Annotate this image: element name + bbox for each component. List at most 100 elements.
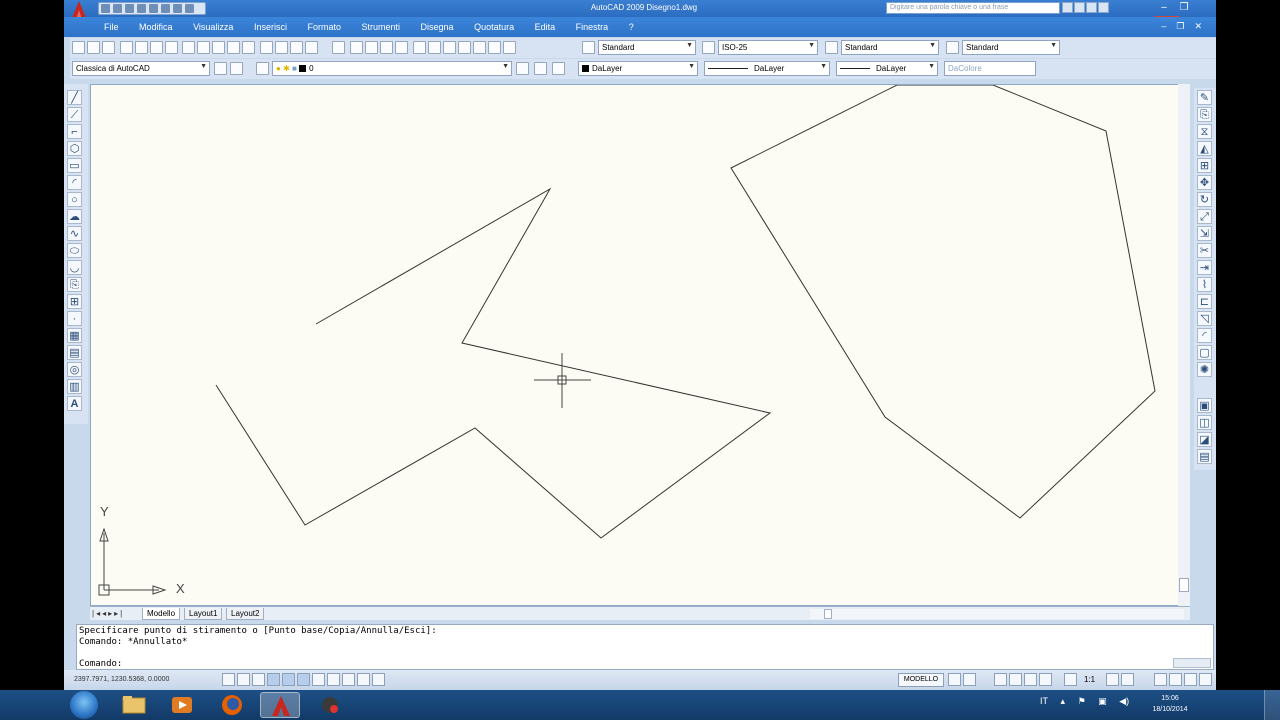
otrack-toggle[interactable]: [297, 673, 310, 686]
multileader-style-icon[interactable]: [946, 41, 959, 54]
redo-icon[interactable]: [290, 41, 303, 54]
favorites-icon[interactable]: [1086, 2, 1097, 13]
open-icon[interactable]: [113, 4, 122, 13]
rectangle-icon[interactable]: ▭: [67, 158, 82, 173]
table-style-icon[interactable]: [825, 41, 838, 54]
dim-style-icon[interactable]: [702, 41, 715, 54]
vertical-scroll-thumb[interactable]: [1179, 578, 1189, 592]
tab-layout2[interactable]: Layout2: [226, 608, 265, 620]
extend-icon[interactable]: ⇥: [1197, 260, 1212, 275]
grid-toggle[interactable]: [237, 673, 250, 686]
new-icon[interactable]: [72, 41, 85, 54]
model-space-button[interactable]: MODELLO: [898, 673, 944, 687]
block-editor-icon[interactable]: [242, 41, 255, 54]
tool-palettes-icon[interactable]: [443, 41, 456, 54]
draw-order-icon[interactable]: ▣: [1197, 398, 1212, 413]
make-current-icon[interactable]: [516, 62, 529, 75]
workspace-select[interactable]: Classica di AutoCAD ▼: [72, 61, 210, 76]
text-style-icon[interactable]: [582, 41, 595, 54]
doc-close-button[interactable]: ✕: [1194, 21, 1202, 31]
copy-icon[interactable]: [197, 41, 210, 54]
zoom-realtime-icon[interactable]: [365, 41, 378, 54]
lock-icon[interactable]: [1169, 673, 1182, 686]
menu-finestra[interactable]: Finestra: [576, 22, 609, 32]
polyline-icon[interactable]: ⌐: [67, 124, 82, 139]
polar-toggle[interactable]: [267, 673, 280, 686]
design-center-icon[interactable]: [428, 41, 441, 54]
menu-strumenti[interactable]: Strumenti: [362, 22, 401, 32]
make-block-icon[interactable]: ⊞: [67, 294, 82, 309]
help-icon[interactable]: [503, 41, 516, 54]
array-icon[interactable]: ⊞: [1197, 158, 1212, 173]
quick-view-layouts-icon[interactable]: [948, 673, 961, 686]
pan-icon[interactable]: [260, 41, 273, 54]
ellipse-icon[interactable]: ⬭: [67, 243, 82, 258]
ortho-toggle[interactable]: [252, 673, 265, 686]
snap-toggle[interactable]: [222, 673, 235, 686]
autocad-taskbar-button[interactable]: [260, 692, 300, 718]
clean-screen-icon[interactable]: [1199, 673, 1212, 686]
properties-icon[interactable]: [413, 41, 426, 54]
spline-icon[interactable]: ∿: [67, 226, 82, 241]
layer-previous-icon[interactable]: [534, 62, 547, 75]
hatch-icon[interactable]: ▦: [67, 328, 82, 343]
more-icon[interactable]: [173, 4, 182, 13]
color-select[interactable]: DaLayer ▼: [578, 61, 698, 76]
undo-icon[interactable]: [275, 41, 288, 54]
explode-icon[interactable]: ✺: [1197, 362, 1212, 377]
pan-icon[interactable]: [994, 673, 1007, 686]
minimize-button[interactable]: –: [1154, 0, 1174, 16]
firefox-taskbar-button[interactable]: [212, 692, 252, 718]
table-style-select[interactable]: Standard ▼: [841, 40, 939, 55]
multileader-style-select[interactable]: Standard ▼: [962, 40, 1060, 55]
osnap-toggle[interactable]: [282, 673, 295, 686]
horizontal-scrollbar[interactable]: [810, 609, 1184, 619]
menu-edita[interactable]: Edita: [535, 22, 556, 32]
markup-icon[interactable]: [473, 41, 486, 54]
3d-dwf-icon[interactable]: [165, 41, 178, 54]
drawing-area[interactable]: Y X: [90, 84, 1190, 606]
help-icon[interactable]: [1098, 2, 1109, 13]
arc-icon[interactable]: ◜: [67, 175, 82, 190]
mirror-icon[interactable]: ⧖: [1197, 124, 1212, 139]
layer-manager-icon[interactable]: [256, 62, 269, 75]
volume-icon[interactable]: ◀): [1119, 696, 1129, 706]
start-button[interactable]: [70, 691, 98, 719]
menu-help[interactable]: ?: [629, 22, 634, 32]
steeringwheel-icon[interactable]: [1024, 673, 1037, 686]
multiline-text-icon[interactable]: A: [67, 396, 82, 411]
gradient-icon[interactable]: ▤: [67, 345, 82, 360]
plot-icon[interactable]: [120, 41, 133, 54]
ellipse-arc-icon[interactable]: ◡: [67, 260, 82, 275]
explorer-taskbar-button[interactable]: [114, 692, 154, 718]
zoom-previous-icon[interactable]: [395, 41, 408, 54]
menu-modifica[interactable]: Modifica: [139, 22, 173, 32]
customize-icon[interactable]: [230, 62, 243, 75]
workspace-settings-icon[interactable]: [214, 62, 227, 75]
command-scrollbar[interactable]: [1173, 658, 1211, 668]
dim-style-select[interactable]: ISO-25 ▼: [718, 40, 818, 55]
revision-cloud-icon[interactable]: ☁: [67, 209, 82, 224]
horizontal-scroll-thumb[interactable]: [824, 609, 832, 619]
dyn-toggle[interactable]: [327, 673, 340, 686]
send-back-icon[interactable]: ◪: [1197, 432, 1212, 447]
quick-view-drawings-icon[interactable]: [963, 673, 976, 686]
dropdown-icon[interactable]: [185, 4, 194, 13]
line-icon[interactable]: ╱: [67, 90, 82, 105]
maximize-button[interactable]: ❐: [1174, 0, 1194, 16]
region-icon[interactable]: ◎: [67, 362, 82, 377]
lwt-toggle[interactable]: [342, 673, 355, 686]
menu-quotatura[interactable]: Quotatura: [474, 22, 514, 32]
paste-special-icon[interactable]: [305, 41, 318, 54]
plot-icon[interactable]: [161, 4, 170, 13]
stretch-icon[interactable]: ⇲: [1197, 226, 1212, 241]
polygon-heptagon[interactable]: [730, 85, 1156, 519]
flag-icon[interactable]: ⚑: [1078, 696, 1086, 706]
menu-disegna[interactable]: Disegna: [421, 22, 454, 32]
match-properties-icon[interactable]: [227, 41, 240, 54]
save-icon[interactable]: [125, 4, 134, 13]
redo-icon[interactable]: [149, 4, 158, 13]
trim-icon[interactable]: ✂: [1197, 243, 1212, 258]
linetype-select[interactable]: DaLayer ▼: [704, 61, 830, 76]
rotate-icon[interactable]: ↻: [1197, 192, 1212, 207]
